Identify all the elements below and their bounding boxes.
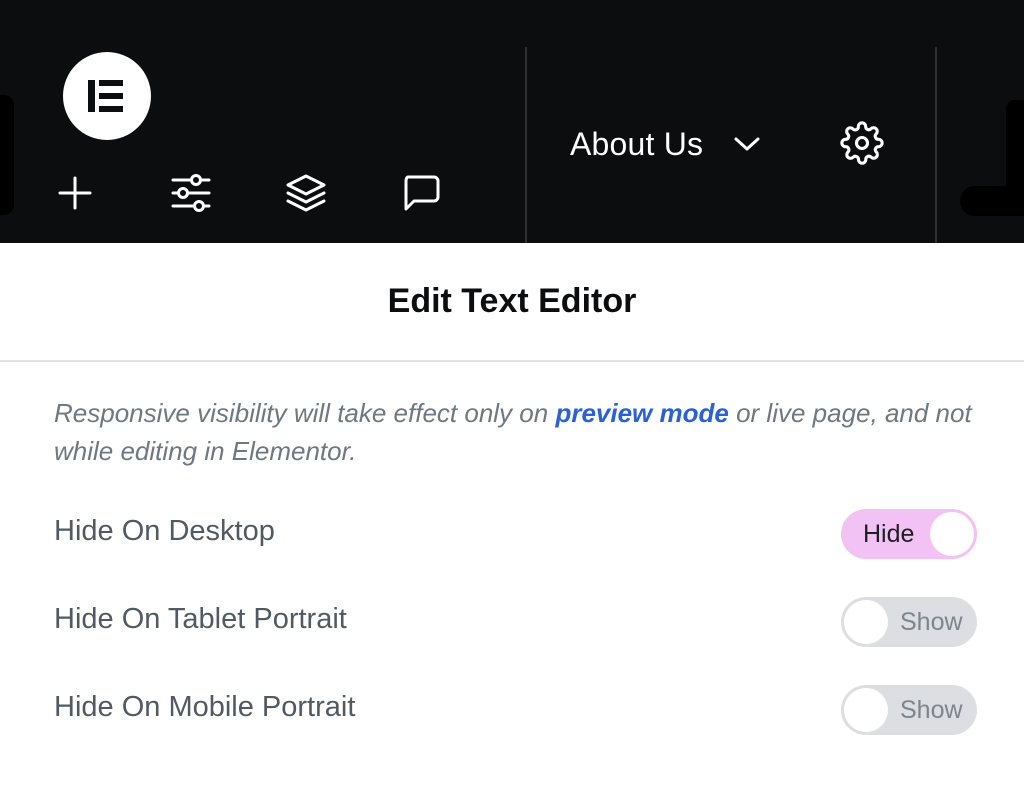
top-bar: About Us bbox=[0, 0, 1024, 243]
page-settings-button[interactable] bbox=[837, 120, 887, 170]
toggle-state-label: Show bbox=[900, 696, 963, 724]
canvas-edge-right bbox=[960, 100, 1024, 218]
hide-on-mobile-label: Hide On Mobile Portrait bbox=[54, 691, 356, 723]
toggle-knob bbox=[844, 688, 888, 732]
panel-header: Edit Text Editor bbox=[0, 243, 1024, 362]
toggle-state-label: Hide bbox=[863, 520, 915, 548]
toggle-knob bbox=[844, 600, 888, 644]
chat-bubble-icon bbox=[401, 173, 441, 218]
canvas-edge-left bbox=[0, 95, 14, 215]
structure-button[interactable] bbox=[282, 171, 330, 219]
plus-icon bbox=[57, 175, 93, 216]
chevron-down-icon bbox=[733, 135, 761, 153]
hide-on-desktop-label: Hide On Desktop bbox=[54, 515, 275, 547]
gear-icon bbox=[840, 120, 884, 170]
toggle-knob bbox=[930, 512, 974, 556]
toggle-state-label: Show bbox=[900, 608, 963, 636]
topbar-divider bbox=[525, 47, 527, 243]
elementor-logo-icon[interactable] bbox=[63, 52, 151, 140]
responsive-visibility-notice: Responsive visibility will take effect o… bbox=[54, 394, 984, 470]
document-title: About Us bbox=[570, 125, 704, 162]
hide-on-tablet-label: Hide On Tablet Portrait bbox=[54, 603, 347, 635]
preview-mode-link[interactable]: preview mode bbox=[555, 398, 728, 428]
site-settings-button[interactable] bbox=[167, 171, 215, 219]
hide-on-tablet-toggle[interactable]: Show bbox=[841, 597, 977, 647]
topbar-divider bbox=[935, 47, 937, 243]
document-title-dropdown[interactable]: About Us bbox=[570, 122, 761, 166]
layers-icon bbox=[285, 173, 327, 218]
add-element-button[interactable] bbox=[51, 171, 99, 219]
panel-title: Edit Text Editor bbox=[387, 282, 637, 320]
hide-on-desktop-toggle[interactable]: Hide bbox=[841, 509, 977, 559]
hide-on-mobile-toggle[interactable]: Show bbox=[841, 685, 977, 735]
notice-text-before: Responsive visibility will take effect o… bbox=[54, 398, 556, 428]
sliders-icon bbox=[170, 173, 212, 218]
notes-button[interactable] bbox=[397, 171, 445, 219]
